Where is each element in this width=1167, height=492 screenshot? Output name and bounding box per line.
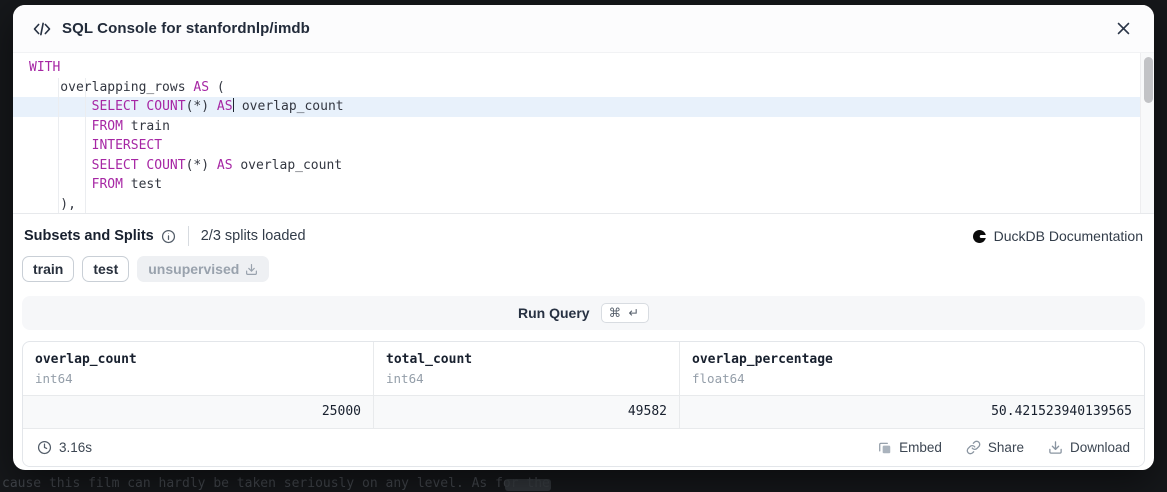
subsets-label: Subsets and Splits [24, 228, 154, 244]
share-button[interactable]: Share [966, 440, 1024, 455]
background-page-text: cause this film can hardly be taken seri… [2, 476, 550, 492]
code-line[interactable]: SELECT COUNT(*) AS overlap_count [13, 156, 1154, 176]
embed-button[interactable]: Embed [878, 440, 942, 455]
sql-editor[interactable]: WITH overlapping_rows AS ( SELECT COUNT(… [13, 53, 1154, 214]
code-icon [33, 20, 51, 38]
download-label: Download [1070, 440, 1130, 455]
column-header-overlap-percentage: overlap_percentage float64 [680, 342, 1144, 395]
code-line[interactable]: SELECT COUNT(*) AS overlap_count [13, 97, 1154, 117]
run-query-button[interactable]: Run Query ⌘ ↵ [22, 296, 1145, 330]
code-line[interactable]: INTERSECT [13, 136, 1154, 156]
code-line[interactable]: overlapping_rows AS ( [13, 78, 1154, 98]
embed-icon [878, 441, 892, 455]
query-duration: 3.16s [37, 440, 92, 455]
editor-scrollbar-thumb[interactable] [1144, 57, 1153, 103]
split-label: train [33, 261, 63, 277]
footer-actions: Embed Share [878, 440, 1130, 455]
code-line[interactable]: FROM test [13, 175, 1154, 195]
share-link-icon [966, 440, 981, 455]
download-icon [1048, 440, 1063, 455]
split-button-unsupervised[interactable]: unsupervised [137, 256, 269, 282]
clock-icon [37, 440, 52, 455]
cell-overlap-percentage: 50.421523940139565 [680, 396, 1144, 428]
results-footer: 3.16s Embed S [23, 428, 1144, 466]
splits-row: train test unsupervised [22, 256, 1145, 282]
split-label: test [93, 261, 118, 277]
download-icon [245, 263, 258, 276]
column-header-total-count: total_count int64 [374, 342, 680, 395]
modal-title: SQL Console for stanfordnlp/imdb [62, 20, 310, 37]
code-line[interactable]: WITH [13, 58, 1154, 78]
results-table: overlap_count int64 total_count int64 ov… [22, 341, 1145, 467]
split-button-test[interactable]: test [82, 256, 129, 282]
query-duration-value: 3.16s [59, 440, 92, 455]
splits-loaded-status: 2/3 splits loaded [201, 228, 306, 244]
code-line[interactable]: ), [13, 195, 1154, 215]
subsets-row: Subsets and Splits 2/3 splits loaded Duc… [22, 225, 1145, 247]
cell-overlap-count: 25000 [23, 396, 374, 428]
sql-console-modal: SQL Console for stanfordnlp/imdb WITH ov… [13, 5, 1154, 470]
duckdb-logo-icon [973, 229, 988, 244]
cell-total-count: 49582 [374, 396, 680, 428]
info-icon[interactable] [161, 229, 176, 244]
sql-editor-lines: WITH overlapping_rows AS ( SELECT COUNT(… [13, 58, 1154, 214]
embed-label: Embed [899, 440, 942, 455]
table-row: 25000 49582 50.421523940139565 [23, 395, 1144, 428]
keyboard-shortcut-badge: ⌘ ↵ [601, 303, 649, 323]
divider [188, 226, 189, 246]
download-button[interactable]: Download [1048, 440, 1130, 455]
duckdb-documentation-link[interactable]: DuckDB Documentation [973, 228, 1143, 244]
modal-header: SQL Console for stanfordnlp/imdb [13, 5, 1154, 53]
split-button-train[interactable]: train [22, 256, 74, 282]
modal-body: Subsets and Splits 2/3 splits loaded Duc… [13, 214, 1154, 470]
close-button[interactable] [1113, 18, 1134, 39]
column-header-overlap-count: overlap_count int64 [23, 342, 374, 395]
editor-scrollbar [1140, 53, 1154, 213]
results-header-row: overlap_count int64 total_count int64 ov… [23, 342, 1144, 395]
share-label: Share [988, 440, 1024, 455]
background-fragment [505, 479, 551, 491]
split-label: unsupervised [148, 261, 239, 277]
code-line[interactable]: FROM train [13, 117, 1154, 137]
duckdb-documentation-label: DuckDB Documentation [994, 228, 1143, 244]
run-query-label: Run Query [518, 305, 590, 321]
